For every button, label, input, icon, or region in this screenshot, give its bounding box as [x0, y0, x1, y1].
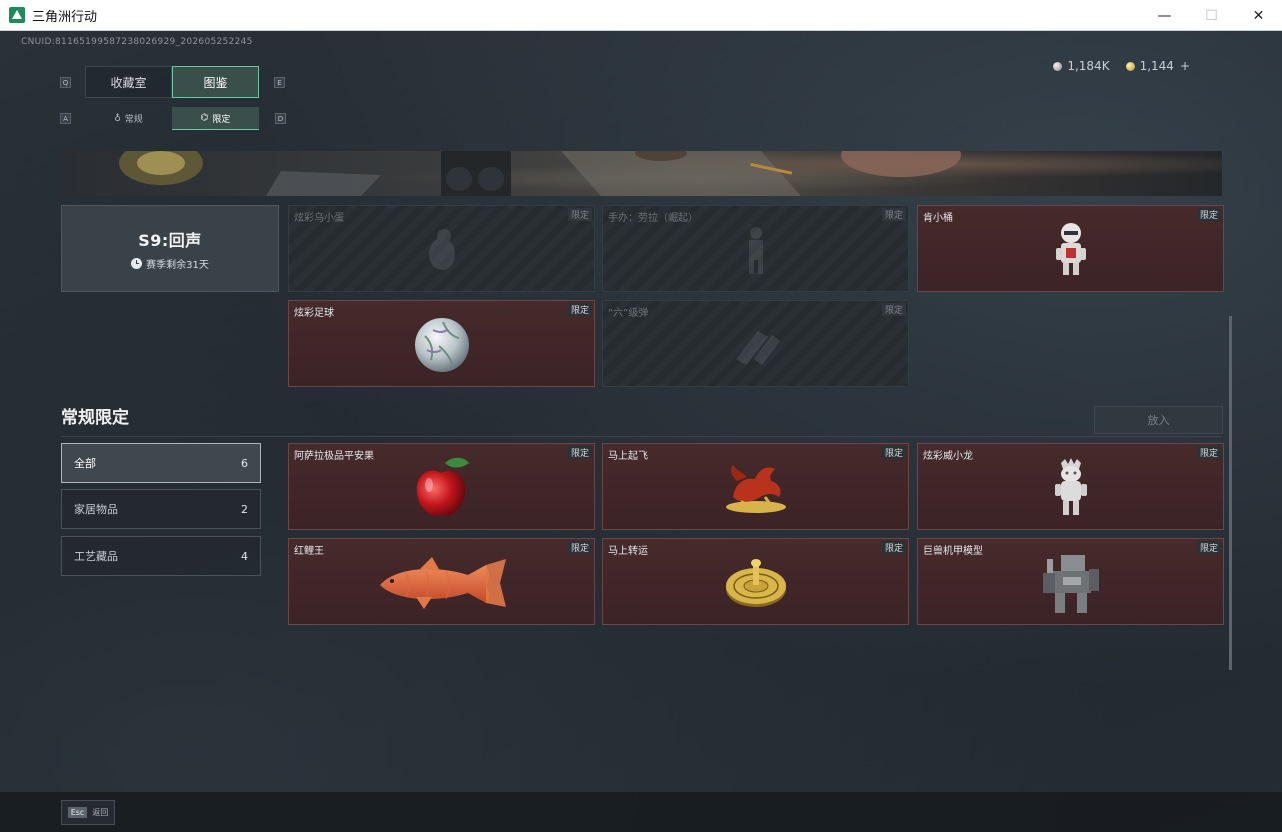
window-title: 三角洲行动 — [32, 9, 98, 25]
silver-currency: 1,184K — [1053, 59, 1110, 73]
item-card[interactable]: 阿萨拉极品平安果 限定 — [288, 443, 595, 530]
limited-tag: 限定 — [567, 303, 592, 316]
key-hint-a: A — [60, 113, 71, 124]
add-currency-button[interactable]: + — [1180, 59, 1190, 73]
limited-tag: 限定 — [881, 208, 906, 221]
regular-tab-icon: ♁ — [114, 113, 121, 124]
item-card[interactable]: 红鲤王 限定 — [288, 538, 595, 625]
item-name: 炫彩乌小蛋 — [294, 213, 344, 224]
limited-tag: 限定 — [567, 446, 592, 459]
item-name: 马上起飞 — [608, 451, 648, 462]
limited-tag: 限定 — [881, 303, 906, 316]
item-name: 肯小桶 — [923, 213, 953, 224]
item-name: 炫彩威小龙 — [923, 451, 973, 462]
item-name: 炫彩足球 — [294, 308, 334, 319]
scrollbar[interactable] — [1229, 316, 1232, 670]
bird-egg-silhouette-icon — [428, 229, 455, 271]
item-card[interactable]: 巨兽机甲模型 限定 — [917, 538, 1224, 625]
gold-currency: 1,144 + — [1125, 59, 1190, 73]
clock-icon — [131, 257, 143, 269]
limited-tab-icon: ⌬ — [200, 113, 209, 123]
item-card[interactable]: 炫彩乌小蛋 限定 — [288, 205, 595, 292]
season-info-card: S9:回声 赛季剩余31天 — [61, 205, 279, 292]
back-button[interactable]: Esc 返回 — [61, 800, 115, 825]
window-controls: — ☐ ✕ — [1141, 0, 1282, 31]
tab-limited[interactable]: ⌬ 限定 — [172, 107, 259, 130]
bucket-figure-icon — [1055, 223, 1086, 276]
season-title: S9:回声 — [138, 230, 202, 250]
gold-coin-icon — [1125, 62, 1135, 71]
tab-regular[interactable]: ♁ 常规 — [85, 107, 172, 130]
key-hint-d: D — [275, 113, 286, 124]
limited-tag: 限定 — [881, 446, 906, 459]
limited-tag: 限定 — [567, 208, 592, 221]
silver-coin-icon — [1053, 62, 1063, 71]
key-hint-q: Q — [60, 77, 71, 88]
place-button[interactable]: 放入 — [1094, 406, 1223, 434]
limited-tag: 限定 — [1196, 208, 1221, 221]
season-banner-image — [61, 151, 1222, 196]
item-card[interactable]: 手办：劳拉（崛起） 限定 — [602, 205, 909, 292]
close-button[interactable]: ✕ — [1235, 0, 1282, 31]
tab-collection-room[interactable]: 收藏室 — [85, 66, 172, 98]
main-tabs: 收藏室 图鉴 — [85, 66, 259, 98]
item-card[interactable]: 肯小桶 限定 — [917, 205, 1224, 292]
koi-fish-icon — [379, 557, 506, 610]
item-card[interactable]: 炫彩威小龙 限定 — [917, 443, 1224, 530]
maximize-button[interactable]: ☐ — [1188, 0, 1235, 31]
back-label: 返回 — [92, 808, 109, 817]
currency-display: 1,184K 1,144 + — [1053, 59, 1190, 73]
item-card[interactable]: 马上起飞 限定 — [602, 443, 909, 530]
esc-key-hint: Esc — [67, 807, 88, 818]
footer-bar — [0, 792, 1282, 832]
bullet-silhouette-icon — [735, 331, 780, 366]
item-name: 马上转运 — [608, 546, 648, 557]
minimize-button[interactable]: — — [1141, 0, 1188, 31]
sub-tabs: ♁ 常规 ⌬ 限定 — [85, 107, 259, 130]
item-name: 巨兽机甲模型 — [923, 546, 983, 557]
limited-tag: 限定 — [1196, 541, 1221, 554]
key-hint-e: E — [274, 77, 285, 88]
limited-tag: 限定 — [567, 541, 592, 554]
app-logo-icon — [9, 7, 25, 23]
filter-craft-collectibles[interactable]: 工艺藏品 4 — [61, 536, 261, 576]
item-card[interactable]: “六”级弹 限定 — [602, 300, 909, 387]
filter-all[interactable]: 全部 6 — [61, 443, 261, 483]
figure-silhouette-icon — [748, 227, 763, 275]
little-dragon-figure-icon — [1054, 458, 1087, 516]
season-remaining: 赛季剩余31天 — [131, 256, 209, 271]
item-card[interactable]: 马上转运 限定 — [602, 538, 909, 625]
game-viewport: CNUID:81165199587238026929_202605252245 … — [0, 31, 1282, 832]
section-divider — [61, 436, 1222, 437]
window-titlebar: 三角洲行动 — ☐ ✕ — [0, 0, 1282, 31]
item-name: 阿萨拉极品平安果 — [294, 451, 374, 462]
flying-horse-icon — [725, 465, 786, 514]
limited-tag: 限定 — [881, 541, 906, 554]
item-name: “六”级弹 — [608, 308, 649, 319]
item-name: 红鲤王 — [294, 546, 324, 557]
section-title: 常规限定 — [61, 408, 129, 428]
tab-catalog[interactable]: 图鉴 — [172, 66, 259, 98]
limited-tag: 限定 — [1196, 446, 1221, 459]
item-name: 手办：劳拉（崛起） — [608, 213, 698, 224]
user-id-text: CNUID:81165199587238026929_202605252245 — [21, 37, 253, 47]
fortune-wheel-icon — [725, 559, 786, 608]
mecha-model-icon — [1042, 555, 1099, 614]
apple-icon — [416, 457, 469, 517]
football-icon — [414, 318, 469, 373]
filter-home-items[interactable]: 家居物品 2 — [61, 489, 261, 529]
item-card[interactable]: 炫彩足球 限定 — [288, 300, 595, 387]
